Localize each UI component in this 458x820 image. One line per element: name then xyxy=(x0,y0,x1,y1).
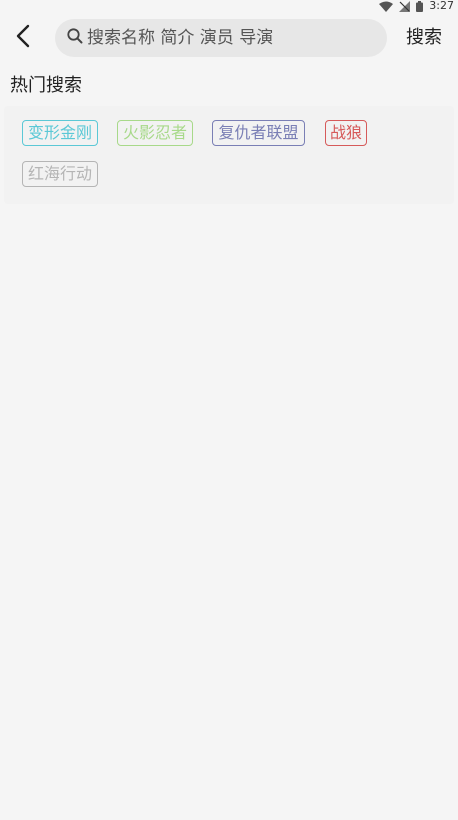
hot-tag-naruto[interactable]: 火影忍者 xyxy=(117,120,193,146)
chevron-left-icon xyxy=(15,24,31,52)
hot-tag-avengers[interactable]: 复仇者联盟 xyxy=(212,120,305,146)
hot-search-tags: 变形金刚 火影忍者 复仇者联盟 战狼 红海行动 xyxy=(4,106,454,204)
status-time: 3:27 xyxy=(429,0,454,12)
hot-tag-wolf-warrior[interactable]: 战狼 xyxy=(325,120,367,146)
back-button[interactable] xyxy=(8,23,38,53)
top-bar: 搜索 xyxy=(0,19,458,58)
search-input[interactable] xyxy=(87,28,377,48)
search-button[interactable]: 搜索 xyxy=(406,19,442,57)
search-box[interactable] xyxy=(55,19,387,57)
hot-tag-transformers[interactable]: 变形金刚 xyxy=(22,120,98,146)
battery-icon xyxy=(416,0,424,12)
signal-icon xyxy=(399,0,411,12)
status-bar: 3:27 xyxy=(0,0,458,12)
search-icon xyxy=(67,28,83,48)
hot-search-title: 热门搜索 xyxy=(10,75,82,96)
hot-tag-operation-red-sea[interactable]: 红海行动 xyxy=(22,161,98,187)
wifi-icon xyxy=(379,1,394,12)
